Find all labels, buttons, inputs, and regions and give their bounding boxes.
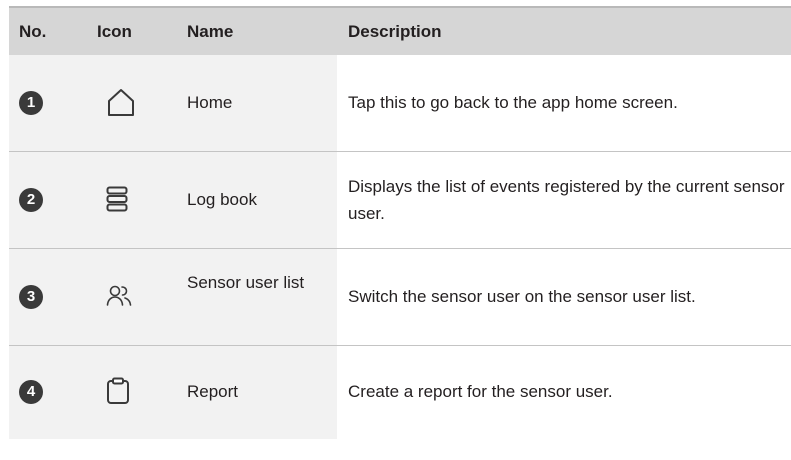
row-name: Report xyxy=(187,382,239,401)
row-description: Switch the sensor user on the sensor use… xyxy=(348,287,696,306)
row-description: Create a report for the sensor user. xyxy=(348,382,613,401)
row-description: Displays the list of events registered b… xyxy=(348,177,785,223)
log-book-icon xyxy=(106,186,128,212)
row-name: Sensor user list xyxy=(187,273,305,292)
row-number-badge: 1 xyxy=(19,91,43,115)
header-description: Description xyxy=(348,22,442,41)
row-name: Home xyxy=(187,93,233,112)
row-description: Tap this to go back to the app home scre… xyxy=(348,93,678,112)
header-no: No. xyxy=(19,22,47,41)
table-row: 2 Log book Displays the list of events r… xyxy=(9,152,791,249)
row-number-badge: 3 xyxy=(19,285,43,309)
row-number-badge: 4 xyxy=(19,380,43,404)
table-row: 4 Report Create a report for the sensor … xyxy=(9,346,791,439)
clipboard-icon xyxy=(106,377,130,405)
home-icon xyxy=(106,87,136,117)
table-header: No. Icon Name Description xyxy=(9,8,791,55)
row-name: Log book xyxy=(187,190,257,209)
users-icon xyxy=(106,284,132,308)
table-row: 1 Home Tap this to go back to the app ho… xyxy=(9,55,791,152)
header-name: Name xyxy=(187,22,234,41)
icon-reference-table: No. Icon Name Description 1 Home Tap thi… xyxy=(9,6,791,439)
header-icon: Icon xyxy=(97,22,132,41)
row-number-badge: 2 xyxy=(19,188,43,212)
table-row: 3 Sensor user list Switch the sensor use… xyxy=(9,249,791,346)
